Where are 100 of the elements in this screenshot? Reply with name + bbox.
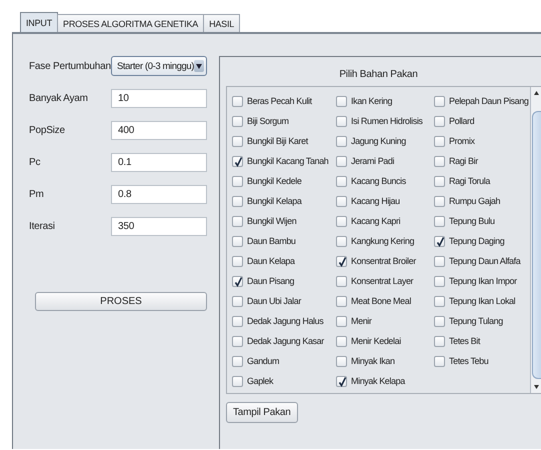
- feed-checkbox[interactable]: Pollard: [434, 111, 530, 131]
- feed-checkbox[interactable]: Ikan Kering: [336, 91, 434, 111]
- feed-checkbox[interactable]: Bungkil Kedele: [232, 171, 336, 191]
- input-field[interactable]: 350: [111, 216, 207, 236]
- feed-checkbox[interactable]: Dedak Jagung Halus: [232, 311, 336, 331]
- checkbox[interactable]: [336, 156, 347, 166]
- checkbox[interactable]: [434, 136, 445, 146]
- checkbox[interactable]: [336, 236, 347, 246]
- feed-checkbox[interactable]: Tetes Bit: [434, 331, 530, 351]
- input-field[interactable]: 400: [111, 120, 207, 140]
- feed-checkbox[interactable]: Promix: [434, 131, 530, 151]
- feed-checkbox[interactable]: Menir: [336, 311, 434, 331]
- process-button[interactable]: PROSES: [35, 292, 207, 311]
- feed-checkbox[interactable]: Tepung Daging: [434, 231, 530, 251]
- feed-checkbox[interactable]: Minyak Kelapa: [336, 371, 434, 391]
- feed-checkbox[interactable]: Biji Sorgum: [232, 111, 336, 131]
- feed-checkbox[interactable]: Beras Pecah Kulit: [232, 91, 336, 111]
- feed-checkbox[interactable]: Daun Kelapa: [232, 251, 336, 271]
- checkbox[interactable]: [232, 256, 243, 266]
- checkbox[interactable]: [232, 156, 243, 166]
- feed-checkbox[interactable]: Ragi Bir: [434, 151, 530, 171]
- feed-checkbox[interactable]: Kangkung Kering: [336, 231, 434, 251]
- feed-checkbox[interactable]: Bungkil Kelapa: [232, 191, 336, 211]
- checkbox[interactable]: [336, 276, 347, 286]
- feed-checkbox[interactable]: Gaplek: [232, 371, 336, 391]
- tab[interactable]: HASIL: [203, 14, 240, 32]
- tab[interactable]: INPUT: [20, 12, 58, 32]
- checkbox[interactable]: [232, 96, 243, 106]
- feed-checkbox[interactable]: Minyak Ikan: [336, 351, 434, 371]
- checkbox[interactable]: [336, 116, 347, 126]
- checkbox[interactable]: [434, 216, 445, 226]
- checkbox[interactable]: [434, 336, 445, 346]
- feed-checkbox[interactable]: Rumpu Gajah: [434, 191, 530, 211]
- checkbox[interactable]: [232, 116, 243, 126]
- checkbox[interactable]: [336, 196, 347, 206]
- feed-checkbox[interactable]: Menir Kedelai: [336, 331, 434, 351]
- feed-checkbox[interactable]: Konsentrat Layer: [336, 271, 434, 291]
- checkbox[interactable]: [232, 196, 243, 206]
- checkbox[interactable]: [336, 136, 347, 146]
- checkbox[interactable]: [232, 176, 243, 186]
- checkbox[interactable]: [232, 216, 243, 226]
- checkbox[interactable]: [434, 196, 445, 206]
- feed-checkbox[interactable]: Tepung Ikan Lokal: [434, 291, 530, 311]
- feed-checkbox[interactable]: Konsentrat Broiler: [336, 251, 434, 271]
- feed-checkbox[interactable]: Tetes Tebu: [434, 351, 530, 371]
- checkbox[interactable]: [232, 336, 243, 346]
- checkbox[interactable]: [434, 96, 445, 106]
- feed-checkbox[interactable]: Tepung Tulang: [434, 311, 530, 331]
- feed-checkbox[interactable]: Ragi Torula: [434, 171, 530, 191]
- checkbox[interactable]: [434, 356, 445, 366]
- checkbox[interactable]: [434, 176, 445, 186]
- feed-checkbox[interactable]: Bungkil Kacang Tanah: [232, 151, 336, 171]
- checkbox[interactable]: [434, 156, 445, 166]
- feed-checkbox[interactable]: Daun Pisang: [232, 271, 336, 291]
- checkbox[interactable]: [336, 356, 347, 366]
- input-field[interactable]: 0.8: [111, 184, 207, 204]
- feed-checkbox[interactable]: Bungkil Biji Karet: [232, 131, 336, 151]
- checkbox[interactable]: [336, 376, 347, 386]
- checkbox[interactable]: [336, 256, 347, 266]
- feed-checkbox[interactable]: Jagung Kuning: [336, 131, 434, 151]
- growth-phase-dropdown[interactable]: Starter (0-3 minggu): [111, 56, 207, 76]
- checkbox[interactable]: [232, 356, 243, 366]
- feed-checkbox[interactable]: Gandum: [232, 351, 336, 371]
- checkbox[interactable]: [434, 116, 445, 126]
- checkbox[interactable]: [336, 296, 347, 306]
- feed-checkbox[interactable]: Isi Rumen Hidrolisis: [336, 111, 434, 131]
- checkbox[interactable]: [336, 216, 347, 226]
- checkbox[interactable]: [434, 256, 445, 266]
- feed-checkbox[interactable]: Tepung Daun Alfafa: [434, 251, 530, 271]
- tab[interactable]: PROSES ALGORITMA GENETIKA: [57, 14, 204, 32]
- feed-checkbox[interactable]: Kacang Buncis: [336, 171, 434, 191]
- feed-checkbox[interactable]: Kacang Hijau: [336, 191, 434, 211]
- checkbox[interactable]: [336, 336, 347, 346]
- feed-checkbox[interactable]: Tepung Ikan Impor: [434, 271, 530, 291]
- scrollbar[interactable]: [530, 87, 541, 393]
- feed-checkbox[interactable]: Dedak Jagung Kasar: [232, 331, 336, 351]
- checkbox[interactable]: [232, 136, 243, 146]
- show-feed-button[interactable]: Tampil Pakan: [226, 402, 298, 423]
- feed-checkbox[interactable]: Tepung Bulu: [434, 211, 530, 231]
- checkbox[interactable]: [232, 236, 243, 246]
- input-field[interactable]: 0.1: [111, 152, 207, 172]
- checkbox[interactable]: [434, 296, 445, 306]
- checkbox[interactable]: [434, 316, 445, 326]
- feed-checkbox[interactable]: Meat Bone Meal: [336, 291, 434, 311]
- scroll-down-icon[interactable]: [534, 385, 538, 389]
- scroll-up-icon[interactable]: [534, 91, 538, 95]
- feed-checkbox[interactable]: Daun Ubi Jalar: [232, 291, 336, 311]
- feed-checkbox[interactable]: Bungkil Wijen: [232, 211, 336, 231]
- feed-checkbox[interactable]: Pelepah Daun Pisang: [434, 91, 530, 111]
- checkbox[interactable]: [232, 376, 243, 386]
- checkbox[interactable]: [232, 276, 243, 286]
- checkbox[interactable]: [336, 176, 347, 186]
- checkbox[interactable]: [336, 316, 347, 326]
- feed-checkbox[interactable]: Daun Bambu: [232, 231, 336, 251]
- checkbox[interactable]: [232, 296, 243, 306]
- checkbox[interactable]: [232, 316, 243, 326]
- checkbox[interactable]: [434, 276, 445, 286]
- checkbox[interactable]: [434, 236, 445, 246]
- feed-checkbox[interactable]: Jerami Padi: [336, 151, 434, 171]
- input-field[interactable]: 10: [111, 88, 207, 108]
